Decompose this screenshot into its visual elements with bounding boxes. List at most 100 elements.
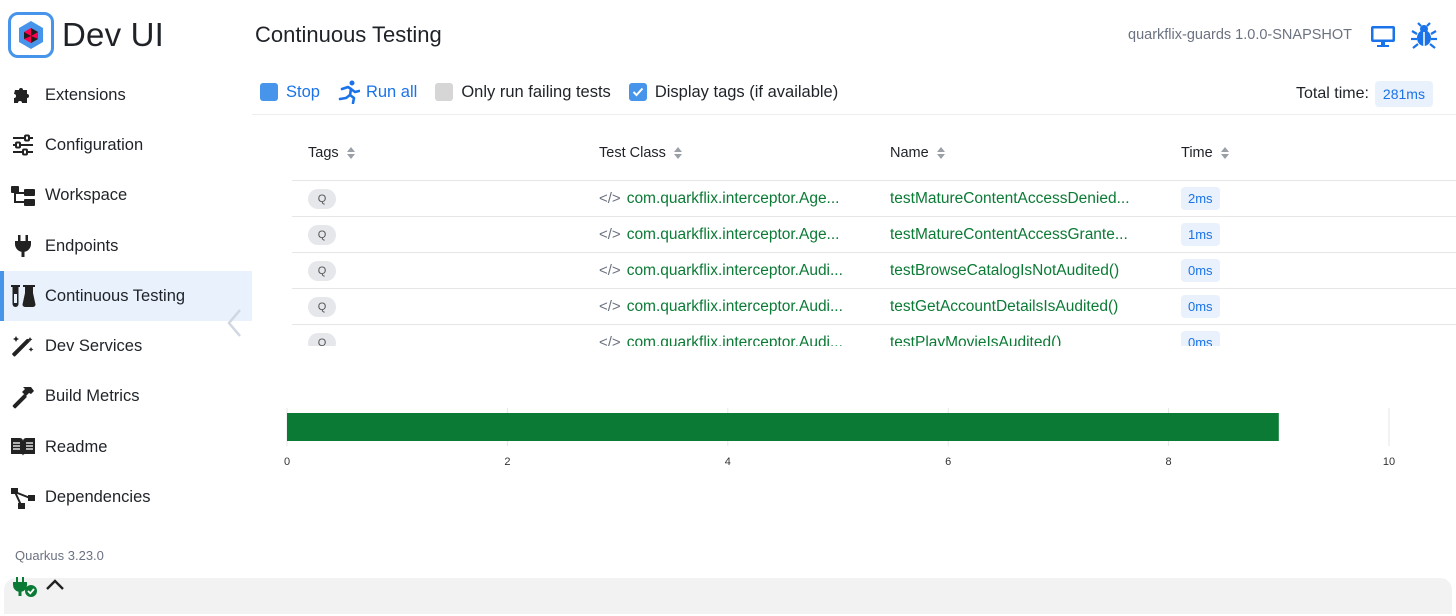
sidebar-item-dev-services[interactable]: Dev Services [0,321,252,371]
sidebar-item-label: Configuration [45,135,144,154]
sidebar-item-label: Build Metrics [45,387,140,406]
sidebar-item-workspace[interactable]: Workspace [0,171,252,221]
total-time-badge: 281ms [1374,81,1433,107]
stop-button[interactable]: Stop [260,83,320,102]
sidebar-item-label: Continuous Testing [45,286,186,305]
time-badge: 1ms [1181,223,1220,246]
table-row[interactable]: Q </> com.quarkflix.interceptor.Age... te… [292,217,1456,253]
app-version: quarkflix-guards 1.0.0-SNAPSHOT [1128,27,1353,43]
divider [252,114,1456,115]
test-class-link[interactable]: com.quarkflix.interceptor.Age... [627,190,840,208]
table-row[interactable]: Q </> com.quarkflix.interceptor.Age... te… [292,181,1456,217]
tag-badge: Q [308,296,336,317]
sidebar-nav: Extensions Configuration Workspace Endpo… [0,70,252,523]
test-class-link[interactable]: com.quarkflix.interceptor.Audi... [627,334,843,347]
tag-badge: Q [308,332,336,346]
display-tags-checkbox[interactable]: Display tags (if available) [628,82,839,102]
sidebar-item-configuration[interactable]: Configuration [0,120,252,170]
sidebar-item-label: Workspace [45,186,128,205]
test-class-link[interactable]: com.quarkflix.interceptor.Audi... [627,298,843,316]
x-tick-label: 2 [504,456,510,468]
collapse-sidebar-chevron-icon[interactable] [224,306,246,340]
hammer-icon [10,384,36,410]
run-all-label: Run all [365,82,418,101]
page-title: Continuous Testing [255,22,442,47]
chevron-up-icon[interactable] [44,576,66,592]
sidebar-item-dependencies[interactable]: Dependencies [0,472,252,522]
book-icon [10,434,36,460]
table-row[interactable]: Q </> com.quarkflix.interceptor.Audi... t… [292,325,1456,346]
bug-icon[interactable] [1410,22,1438,50]
sidebar-item-endpoints[interactable]: Endpoints [0,221,252,271]
x-tick-label: 10 [1383,456,1395,468]
stop-label: Stop [286,82,320,101]
display-tags-label: Display tags (if available) [654,82,839,101]
brand[interactable]: Dev UI [8,11,164,59]
table-row[interactable]: Q </> com.quarkflix.interceptor.Audi... t… [292,289,1456,325]
dev-ui-root: Dev UI Extensions Configuration Workspac… [0,0,1456,616]
only-failing-checkbox[interactable]: Only run failing tests [435,82,611,102]
folder-tree-icon [10,183,36,209]
duration-bar-0[interactable] [287,413,1279,441]
test-class-link[interactable]: com.quarkflix.interceptor.Audi... [627,262,843,280]
x-tick-label: 6 [945,456,951,468]
sidebar-item-label: Readme [45,437,108,456]
quarkus-logo-icon [8,12,54,58]
sort-icon [1220,147,1229,159]
sidebar-item-extensions[interactable]: Extensions [0,70,252,120]
quarkus-version: Quarkus 3.23.0 [15,548,104,563]
code-icon: </> [599,226,621,243]
code-icon: </> [599,190,621,207]
test-name: testPlayMovieIsAudited() [890,333,1062,347]
magic-wand-icon [10,334,36,360]
sidebar-item-continuous-testing[interactable]: Continuous Testing [0,271,252,322]
test-name: testMatureContentAccessGrante... [890,225,1128,243]
tag-badge: Q [308,188,336,209]
test-name: testBrowseCatalogIsNotAudited() [890,261,1120,279]
sort-icon [673,147,682,159]
sidebar-item-readme[interactable]: Readme [0,422,252,472]
sidebar-item-build-metrics[interactable]: Build Metrics [0,372,252,422]
test-duration-chart: 0 2 4 6 8 10 [284,408,1395,468]
table-header: Tags Test Class Name Time [292,126,1456,181]
test-class-link[interactable]: com.quarkflix.interceptor.Age... [627,226,840,244]
running-person-icon [338,80,360,104]
only-failing-label: Only run failing tests [461,82,611,101]
test-name: testGetAccountDetailsIsAudited() [890,297,1119,315]
tag-badge: Q [308,224,336,245]
code-icon: </> [599,334,621,346]
monitor-icon[interactable] [1369,22,1397,50]
test-results-table: Tags Test Class Name Time Q </> com.quark… [292,126,1456,346]
plug-connected-icon[interactable] [12,576,38,600]
brand-title: Dev UI [62,16,165,53]
sort-icon [346,147,355,159]
tag-badge: Q [308,260,336,281]
time-badge: 0ms [1181,295,1220,318]
time-badge: 0ms [1181,331,1220,346]
run-all-button[interactable]: Run all [338,80,417,104]
flask-icon [10,283,36,309]
sliders-icon [10,132,36,158]
column-header-tags[interactable]: Tags [292,145,583,161]
x-tick-label: 8 [1166,456,1172,468]
x-tick-label: 4 [725,456,731,468]
table-row[interactable]: Q </> com.quarkflix.interceptor.Audi... t… [292,253,1456,289]
code-icon: </> [599,298,621,315]
checkbox-checked-icon [628,83,647,101]
footer [0,578,1456,616]
column-header-test-class[interactable]: Test Class [583,145,874,161]
sidebar-item-label: Dev Services [45,337,143,356]
column-header-name[interactable]: Name [874,145,1165,161]
total-time: Total time: 281ms [1296,81,1433,107]
sort-icon [936,147,945,159]
test-name: testMatureContentAccessDenied... [890,189,1130,207]
diagram-icon [10,485,36,511]
plug-icon [10,233,36,259]
time-badge: 0ms [1181,259,1220,282]
puzzle-icon [10,82,36,108]
code-icon: </> [599,262,621,279]
checkbox-unchecked-icon [435,83,454,101]
column-header-time[interactable]: Time [1165,145,1456,161]
stop-icon [260,83,278,101]
sidebar-item-label: Dependencies [45,488,151,507]
